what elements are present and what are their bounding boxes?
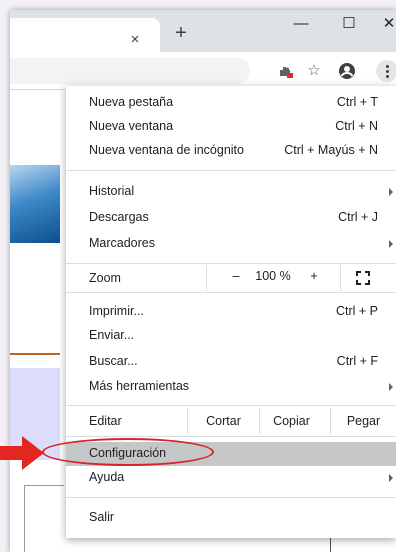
chrome-main-menu: Nueva pestaña Ctrl + T Nueva ventana Ctr… [66,86,396,538]
menu-item-downloads[interactable]: Descargas Ctrl + J [66,206,396,230]
menu-item-print[interactable]: Imprimir... Ctrl + P [66,300,396,324]
tab-close-icon[interactable]: × [126,31,144,49]
menu-item-send[interactable]: Enviar... [66,324,396,348]
menu-separator [66,497,396,498]
menu-item-history[interactable]: Historial [66,180,396,204]
address-bar[interactable] [10,58,250,84]
profile-icon[interactable] [335,60,359,82]
cut-button[interactable]: Cortar [187,408,259,434]
toolbar: ☆ [10,52,396,90]
submenu-arrow-icon [389,383,393,391]
active-tab[interactable]: × [10,18,160,52]
paste-button[interactable]: Pegar [330,408,396,434]
zoom-level: 100 % [255,269,291,283]
edit-label: Editar [89,414,122,428]
menu-separator [66,263,396,264]
new-tab-icon[interactable]: + [170,22,192,44]
menu-item-find[interactable]: Buscar... Ctrl + F [66,350,396,374]
zoom-control: – 100 % + [206,265,341,291]
menu-item-exit[interactable]: Salir [66,506,396,530]
close-window-icon[interactable]: ✕ [374,14,396,38]
page-divider [10,353,60,355]
submenu-arrow-icon [389,474,393,482]
fullscreen-icon[interactable] [356,271,370,285]
tab-strip: × + — ☐ ✕ [10,10,396,52]
submenu-arrow-icon [389,240,393,248]
zoom-in-button[interactable]: + [307,269,321,283]
page-image [10,165,60,243]
menu-item-bookmarks[interactable]: Marcadores [66,232,396,256]
more-vert-icon[interactable] [376,60,396,82]
menu-item-new-window[interactable]: Nueva ventana Ctrl + N [66,115,396,139]
edit-row: Editar Cortar Copiar Pegar [66,408,396,434]
pointer-arrow-icon [0,436,44,470]
menu-item-incognito-window[interactable]: Nueva ventana de incógnito Ctrl + Mayús … [66,139,396,163]
minimize-icon[interactable]: — [286,14,316,38]
menu-separator [66,292,396,293]
menu-item-help[interactable]: Ayuda [66,466,396,490]
zoom-label: Zoom [89,271,121,285]
page-box [24,485,64,552]
highlight-ellipse [42,438,214,466]
menu-item-new-tab[interactable]: Nueva pestaña Ctrl + T [66,91,396,115]
menu-separator [66,170,396,171]
menu-item-more-tools[interactable]: Más herramientas [66,375,396,399]
extension-icon[interactable] [274,60,298,82]
submenu-arrow-icon [389,188,393,196]
zoom-out-button[interactable]: – [229,269,243,283]
menu-separator [66,436,396,437]
maximize-icon[interactable]: ☐ [334,14,364,38]
star-icon[interactable]: ☆ [302,60,326,82]
zoom-row: Zoom – 100 % + [66,265,396,291]
copy-button[interactable]: Copiar [259,408,323,434]
menu-separator [66,405,396,406]
